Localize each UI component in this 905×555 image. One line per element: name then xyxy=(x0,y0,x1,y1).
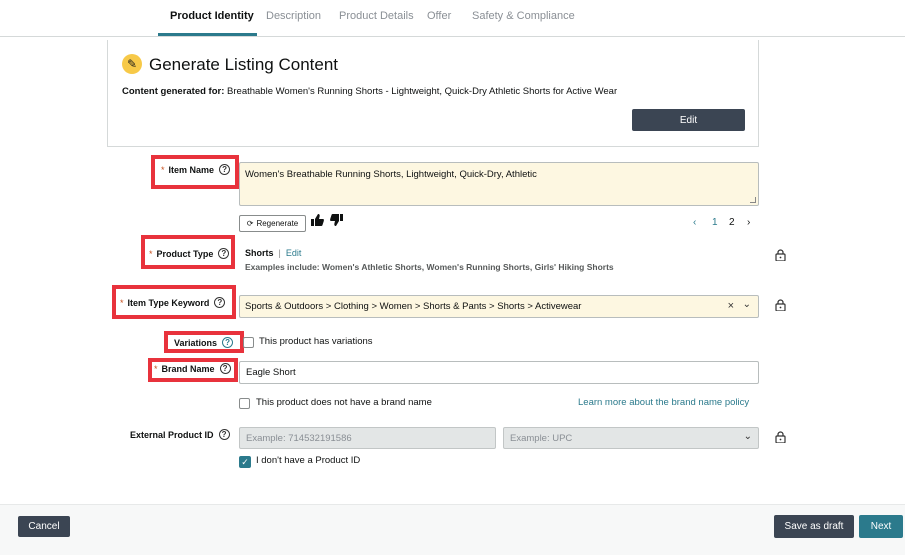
external-product-id-type-select[interactable]: Example: UPC ⌄ xyxy=(503,427,759,449)
pager-page-2[interactable]: 2 xyxy=(729,217,735,228)
id-type-placeholder: Example: UPC xyxy=(510,433,573,444)
no-product-id-checkbox-label: I don't have a Product ID xyxy=(256,455,361,466)
item-name-label-text: Item Name xyxy=(168,164,215,175)
next-button[interactable]: Next xyxy=(859,515,903,538)
product-type-value-row: Shorts | Edit xyxy=(245,248,301,258)
external-product-id-label: External Product ID ? xyxy=(130,429,230,440)
no-brand-checkbox[interactable] xyxy=(239,398,250,409)
help-icon[interactable]: ? xyxy=(214,297,226,308)
chevron-down-icon[interactable]: ⌄ xyxy=(744,431,752,442)
item-type-keyword-value: Sports & Outdoors > Clothing > Women > S… xyxy=(245,301,582,312)
required-marker: * xyxy=(149,248,153,259)
magic-wand-icon: ✎ xyxy=(122,54,142,74)
pager-prev-button[interactable]: ‹ xyxy=(693,217,696,228)
required-marker: * xyxy=(154,363,158,374)
brand-name-label: * Brand Name ? xyxy=(154,363,231,374)
item-name-label: * Item Name ? xyxy=(161,164,231,175)
tab-safety-compliance[interactable]: Safety & Compliance xyxy=(472,10,575,22)
help-icon[interactable]: ? xyxy=(218,429,230,440)
brand-policy-link[interactable]: Learn more about the brand name policy xyxy=(578,397,749,408)
generate-content-card: ✎ Generate Listing Content Content gener… xyxy=(107,40,759,147)
pager-next-button[interactable]: › xyxy=(747,217,750,228)
thumbs-up-icon[interactable] xyxy=(311,214,324,229)
resize-handle-icon[interactable] xyxy=(750,197,756,203)
variations-checkbox[interactable] xyxy=(243,337,254,348)
listing-form-page: Product Identity Description Product Det… xyxy=(0,0,905,555)
brand-name-label-text: Brand Name xyxy=(161,363,215,374)
product-type-label-text: Product Type xyxy=(156,248,214,259)
product-type-examples: Examples include: Women's Athletic Short… xyxy=(245,262,614,272)
pager-page-1[interactable]: 1 xyxy=(712,217,718,228)
product-type-value: Shorts xyxy=(245,248,274,258)
no-product-id-checkbox[interactable]: ✓ xyxy=(239,456,251,468)
lock-icon xyxy=(775,249,786,261)
no-brand-checkbox-label: This product does not have a brand name xyxy=(256,397,432,408)
item-type-keyword-label: * Item Type Keyword ? xyxy=(120,297,226,308)
variations-checkbox-label: This product has variations xyxy=(259,336,373,347)
help-icon[interactable]: ? xyxy=(222,337,234,348)
external-product-id-label-text: External Product ID xyxy=(130,429,214,440)
content-generated-for-label: Content generated for: xyxy=(122,86,225,97)
lock-icon xyxy=(775,431,786,443)
help-icon[interactable]: ? xyxy=(218,248,230,259)
help-icon[interactable]: ? xyxy=(219,363,231,374)
tab-offer[interactable]: Offer xyxy=(427,10,451,22)
product-type-edit-link[interactable]: Edit xyxy=(286,248,302,258)
separator: | xyxy=(278,248,281,258)
refresh-icon: ⟳ xyxy=(246,219,254,228)
thumbs-down-icon[interactable] xyxy=(330,214,343,229)
cancel-button[interactable]: Cancel xyxy=(18,516,70,537)
brand-name-input[interactable]: Eagle Short xyxy=(239,361,759,384)
regenerate-label: Regenerate xyxy=(256,219,299,228)
content-generated-for-value: Breathable Women's Running Shorts - Ligh… xyxy=(227,86,618,97)
variations-label: Variations ? xyxy=(174,337,234,348)
generate-title: Generate Listing Content xyxy=(149,55,339,74)
item-name-input[interactable]: Women's Breathable Running Shorts, Light… xyxy=(239,162,759,206)
required-marker: * xyxy=(161,164,165,175)
tab-bar: Product Identity Description Product Det… xyxy=(0,0,905,37)
regenerate-button[interactable]: ⟳ Regenerate xyxy=(239,215,306,232)
save-as-draft-button[interactable]: Save as draft xyxy=(774,515,854,538)
tab-product-identity[interactable]: Product Identity xyxy=(170,10,254,22)
content-generated-for: Content generated for: Breathable Women'… xyxy=(122,86,617,97)
external-product-id-input[interactable]: Example: 714532191586 xyxy=(239,427,496,449)
edit-generated-button[interactable]: Edit xyxy=(632,109,745,131)
tab-product-details[interactable]: Product Details xyxy=(339,10,414,22)
footer-bar xyxy=(0,504,905,555)
help-icon[interactable]: ? xyxy=(219,164,231,175)
clear-icon[interactable]: × xyxy=(728,300,734,312)
required-marker: * xyxy=(120,297,124,308)
item-type-keyword-select[interactable]: Sports & Outdoors > Clothing > Women > S… xyxy=(239,295,759,318)
active-tab-indicator xyxy=(158,33,257,36)
chevron-down-icon[interactable]: ⌄ xyxy=(743,299,751,310)
item-type-keyword-label-text: Item Type Keyword xyxy=(127,297,210,308)
tab-description[interactable]: Description xyxy=(266,10,321,22)
product-type-label: * Product Type ? xyxy=(149,248,230,259)
variations-label-text: Variations xyxy=(174,337,218,348)
item-name-value: Women's Breathable Running Shorts, Light… xyxy=(245,169,537,180)
lock-icon xyxy=(775,299,786,311)
